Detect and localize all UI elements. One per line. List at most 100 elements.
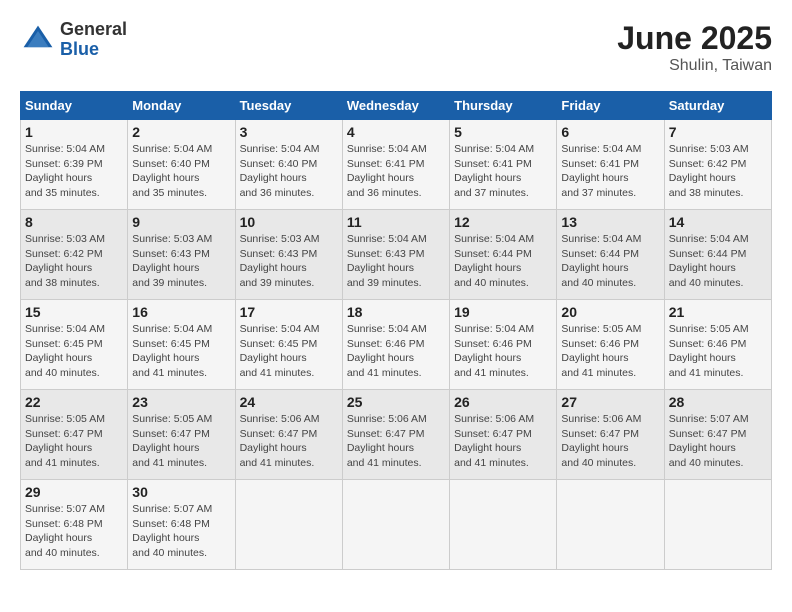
day-number: 29	[25, 484, 123, 500]
day-info: Sunrise: 5:04 AMSunset: 6:39 PMDaylight …	[25, 143, 105, 199]
day-number: 11	[347, 214, 445, 230]
day-info: Sunrise: 5:05 AMSunset: 6:47 PMDaylight …	[25, 413, 105, 469]
day-info: Sunrise: 5:04 AMSunset: 6:44 PMDaylight …	[561, 233, 641, 289]
day-number: 23	[132, 394, 230, 410]
day-number: 21	[669, 304, 767, 320]
calendar-week-row: 29 Sunrise: 5:07 AMSunset: 6:48 PMDaylig…	[21, 480, 772, 570]
day-info: Sunrise: 5:04 AMSunset: 6:44 PMDaylight …	[669, 233, 749, 289]
day-info: Sunrise: 5:04 AMSunset: 6:43 PMDaylight …	[347, 233, 427, 289]
col-saturday: Saturday	[664, 92, 771, 120]
col-friday: Friday	[557, 92, 664, 120]
day-number: 10	[240, 214, 338, 230]
day-number: 30	[132, 484, 230, 500]
logo: General Blue	[20, 20, 127, 60]
col-wednesday: Wednesday	[342, 92, 449, 120]
col-tuesday: Tuesday	[235, 92, 342, 120]
calendar-table: Sunday Monday Tuesday Wednesday Thursday…	[20, 91, 772, 570]
calendar-day-cell: 17 Sunrise: 5:04 AMSunset: 6:45 PMDaylig…	[235, 300, 342, 390]
page-header: General Blue June 2025 Shulin, Taiwan	[20, 20, 772, 75]
day-number: 16	[132, 304, 230, 320]
calendar-day-cell: 3 Sunrise: 5:04 AMSunset: 6:40 PMDayligh…	[235, 120, 342, 210]
day-info: Sunrise: 5:04 AMSunset: 6:46 PMDaylight …	[347, 323, 427, 379]
day-number: 4	[347, 124, 445, 140]
day-info: Sunrise: 5:04 AMSunset: 6:40 PMDaylight …	[240, 143, 320, 199]
day-info: Sunrise: 5:06 AMSunset: 6:47 PMDaylight …	[347, 413, 427, 469]
calendar-body: 1 Sunrise: 5:04 AMSunset: 6:39 PMDayligh…	[21, 120, 772, 570]
calendar-day-cell: 27 Sunrise: 5:06 AMSunset: 6:47 PMDaylig…	[557, 390, 664, 480]
day-info: Sunrise: 5:04 AMSunset: 6:45 PMDaylight …	[240, 323, 320, 379]
day-info: Sunrise: 5:04 AMSunset: 6:45 PMDaylight …	[25, 323, 105, 379]
location-title: Shulin, Taiwan	[617, 57, 772, 75]
calendar-day-cell: 30 Sunrise: 5:07 AMSunset: 6:48 PMDaylig…	[128, 480, 235, 570]
day-number: 14	[669, 214, 767, 230]
col-thursday: Thursday	[450, 92, 557, 120]
calendar-day-cell: 22 Sunrise: 5:05 AMSunset: 6:47 PMDaylig…	[21, 390, 128, 480]
day-info: Sunrise: 5:07 AMSunset: 6:48 PMDaylight …	[25, 503, 105, 559]
day-info: Sunrise: 5:06 AMSunset: 6:47 PMDaylight …	[454, 413, 534, 469]
calendar-week-row: 1 Sunrise: 5:04 AMSunset: 6:39 PMDayligh…	[21, 120, 772, 210]
day-number: 15	[25, 304, 123, 320]
day-info: Sunrise: 5:03 AMSunset: 6:42 PMDaylight …	[669, 143, 749, 199]
calendar-day-cell: 13 Sunrise: 5:04 AMSunset: 6:44 PMDaylig…	[557, 210, 664, 300]
day-info: Sunrise: 5:03 AMSunset: 6:43 PMDaylight …	[132, 233, 212, 289]
day-number: 12	[454, 214, 552, 230]
calendar-day-cell: 15 Sunrise: 5:04 AMSunset: 6:45 PMDaylig…	[21, 300, 128, 390]
calendar-day-cell: 9 Sunrise: 5:03 AMSunset: 6:43 PMDayligh…	[128, 210, 235, 300]
day-number: 25	[347, 394, 445, 410]
day-info: Sunrise: 5:04 AMSunset: 6:46 PMDaylight …	[454, 323, 534, 379]
calendar-day-cell: 7 Sunrise: 5:03 AMSunset: 6:42 PMDayligh…	[664, 120, 771, 210]
col-sunday: Sunday	[21, 92, 128, 120]
day-number: 2	[132, 124, 230, 140]
calendar-day-cell: 11 Sunrise: 5:04 AMSunset: 6:43 PMDaylig…	[342, 210, 449, 300]
calendar-week-row: 15 Sunrise: 5:04 AMSunset: 6:45 PMDaylig…	[21, 300, 772, 390]
day-info: Sunrise: 5:03 AMSunset: 6:43 PMDaylight …	[240, 233, 320, 289]
calendar-day-cell: 19 Sunrise: 5:04 AMSunset: 6:46 PMDaylig…	[450, 300, 557, 390]
day-number: 13	[561, 214, 659, 230]
day-info: Sunrise: 5:04 AMSunset: 6:41 PMDaylight …	[454, 143, 534, 199]
title-block: June 2025 Shulin, Taiwan	[617, 20, 772, 75]
day-info: Sunrise: 5:04 AMSunset: 6:41 PMDaylight …	[347, 143, 427, 199]
day-number: 5	[454, 124, 552, 140]
day-number: 8	[25, 214, 123, 230]
day-info: Sunrise: 5:04 AMSunset: 6:41 PMDaylight …	[561, 143, 641, 199]
day-number: 28	[669, 394, 767, 410]
col-monday: Monday	[128, 92, 235, 120]
calendar-day-cell	[557, 480, 664, 570]
day-info: Sunrise: 5:04 AMSunset: 6:44 PMDaylight …	[454, 233, 534, 289]
logo-icon	[20, 22, 56, 58]
calendar-day-cell: 18 Sunrise: 5:04 AMSunset: 6:46 PMDaylig…	[342, 300, 449, 390]
calendar-day-cell: 8 Sunrise: 5:03 AMSunset: 6:42 PMDayligh…	[21, 210, 128, 300]
day-info: Sunrise: 5:06 AMSunset: 6:47 PMDaylight …	[240, 413, 320, 469]
day-info: Sunrise: 5:07 AMSunset: 6:47 PMDaylight …	[669, 413, 749, 469]
day-number: 19	[454, 304, 552, 320]
day-number: 24	[240, 394, 338, 410]
day-info: Sunrise: 5:05 AMSunset: 6:47 PMDaylight …	[132, 413, 212, 469]
calendar-day-cell	[450, 480, 557, 570]
calendar-day-cell: 14 Sunrise: 5:04 AMSunset: 6:44 PMDaylig…	[664, 210, 771, 300]
day-number: 17	[240, 304, 338, 320]
calendar-day-cell: 2 Sunrise: 5:04 AMSunset: 6:40 PMDayligh…	[128, 120, 235, 210]
day-info: Sunrise: 5:04 AMSunset: 6:45 PMDaylight …	[132, 323, 212, 379]
logo-blue-text: Blue	[60, 40, 127, 60]
day-number: 6	[561, 124, 659, 140]
calendar-week-row: 22 Sunrise: 5:05 AMSunset: 6:47 PMDaylig…	[21, 390, 772, 480]
calendar-day-cell: 4 Sunrise: 5:04 AMSunset: 6:41 PMDayligh…	[342, 120, 449, 210]
calendar-day-cell: 5 Sunrise: 5:04 AMSunset: 6:41 PMDayligh…	[450, 120, 557, 210]
day-info: Sunrise: 5:05 AMSunset: 6:46 PMDaylight …	[669, 323, 749, 379]
calendar-day-cell: 29 Sunrise: 5:07 AMSunset: 6:48 PMDaylig…	[21, 480, 128, 570]
weekday-row: Sunday Monday Tuesday Wednesday Thursday…	[21, 92, 772, 120]
calendar-day-cell: 12 Sunrise: 5:04 AMSunset: 6:44 PMDaylig…	[450, 210, 557, 300]
day-number: 7	[669, 124, 767, 140]
day-number: 20	[561, 304, 659, 320]
calendar-day-cell: 1 Sunrise: 5:04 AMSunset: 6:39 PMDayligh…	[21, 120, 128, 210]
day-info: Sunrise: 5:03 AMSunset: 6:42 PMDaylight …	[25, 233, 105, 289]
day-info: Sunrise: 5:04 AMSunset: 6:40 PMDaylight …	[132, 143, 212, 199]
day-number: 27	[561, 394, 659, 410]
day-info: Sunrise: 5:06 AMSunset: 6:47 PMDaylight …	[561, 413, 641, 469]
calendar-day-cell	[235, 480, 342, 570]
calendar-day-cell: 24 Sunrise: 5:06 AMSunset: 6:47 PMDaylig…	[235, 390, 342, 480]
calendar-day-cell: 6 Sunrise: 5:04 AMSunset: 6:41 PMDayligh…	[557, 120, 664, 210]
day-number: 9	[132, 214, 230, 230]
day-info: Sunrise: 5:07 AMSunset: 6:48 PMDaylight …	[132, 503, 212, 559]
calendar-day-cell: 23 Sunrise: 5:05 AMSunset: 6:47 PMDaylig…	[128, 390, 235, 480]
